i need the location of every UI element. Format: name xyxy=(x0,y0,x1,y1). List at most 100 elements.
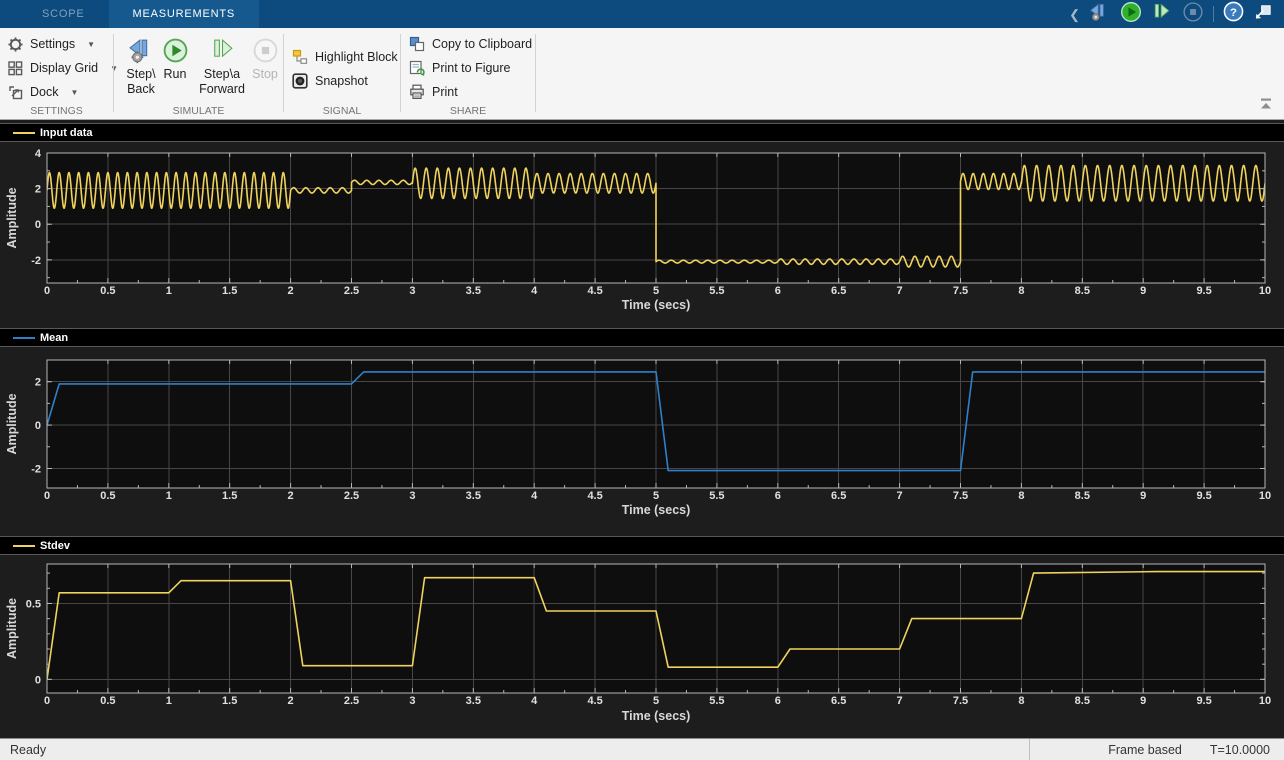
svg-text:Time (secs): Time (secs) xyxy=(622,298,691,312)
chart-svg: 00.511.522.533.544.555.566.577.588.599.5… xyxy=(0,120,1284,738)
section-signal: Highlight Block Snapshot SIGNAL xyxy=(284,28,400,119)
svg-text:0.5: 0.5 xyxy=(26,598,41,610)
svg-text:4: 4 xyxy=(531,490,538,502)
gear-icon xyxy=(8,37,23,52)
chevron-down-icon: ▼ xyxy=(87,40,95,49)
collapse-ribbon-icon xyxy=(1258,97,1274,111)
print-button[interactable]: Print xyxy=(401,81,458,103)
overflow-chevron-icon[interactable]: ❮ xyxy=(1069,8,1080,21)
scope-display-area: 00.511.522.533.544.555.566.577.588.599.5… xyxy=(0,120,1284,738)
section-separator xyxy=(535,34,536,112)
svg-text:0: 0 xyxy=(35,674,41,686)
svg-text:2: 2 xyxy=(288,695,294,707)
run-icon xyxy=(1120,1,1142,23)
svg-text:9: 9 xyxy=(1140,285,1146,297)
grid-icon xyxy=(8,61,23,76)
step-back-big-button[interactable]: Step\Back xyxy=(120,32,162,114)
dock-button[interactable]: Dock ▼ xyxy=(0,81,78,103)
print-to-figure-icon xyxy=(409,60,425,76)
svg-text:4.5: 4.5 xyxy=(587,490,602,502)
stop-big-button[interactable]: Stop xyxy=(250,32,280,114)
svg-text:2: 2 xyxy=(35,184,41,196)
step-forward-big-button[interactable]: Step\aForward xyxy=(194,32,250,114)
svg-text:0: 0 xyxy=(44,285,50,297)
step-forward-label-line1: Step\a xyxy=(199,67,245,82)
svg-text:8.5: 8.5 xyxy=(1075,490,1090,502)
dock-icon xyxy=(8,85,23,100)
svg-text:5.5: 5.5 xyxy=(709,490,724,502)
section-label-simulate: SIMULATE xyxy=(114,105,283,117)
run-button[interactable] xyxy=(1120,1,1142,28)
svg-text:10: 10 xyxy=(1259,490,1271,502)
copy-to-clipboard-button[interactable]: Copy to Clipboard xyxy=(401,33,532,55)
display-grid-label: Display Grid xyxy=(30,61,98,75)
svg-text:9.5: 9.5 xyxy=(1196,285,1211,297)
help-button[interactable]: ? xyxy=(1223,1,1244,27)
print-to-figure-button[interactable]: Print to Figure xyxy=(401,57,511,79)
quick-access-toolbar: ❮ xyxy=(1069,0,1274,28)
svg-text:3.5: 3.5 xyxy=(466,285,481,297)
svg-text:?: ? xyxy=(1230,7,1237,19)
svg-text:9: 9 xyxy=(1140,695,1146,707)
step-forward-label-line2: Forward xyxy=(199,82,245,97)
collapse-ribbon-button[interactable] xyxy=(1258,97,1274,111)
svg-text:2.5: 2.5 xyxy=(344,285,359,297)
section-share: Copy to Clipboard Print to Figure xyxy=(401,28,535,119)
svg-text:6.5: 6.5 xyxy=(831,695,846,707)
svg-text:1: 1 xyxy=(166,490,172,502)
scope-window: SCOPE MEASUREMENTS ❮ xyxy=(0,0,1284,760)
highlight-block-label: Highlight Block xyxy=(315,50,398,64)
svg-text:2: 2 xyxy=(35,377,41,389)
run-label: Run xyxy=(164,67,187,82)
dock-label: Dock xyxy=(30,85,58,99)
settings-button[interactable]: Settings ▼ xyxy=(0,33,95,55)
svg-text:0.5: 0.5 xyxy=(100,695,115,707)
svg-text:7.5: 7.5 xyxy=(953,285,968,297)
titlebar: SCOPE MEASUREMENTS ❮ xyxy=(0,0,1284,28)
run-icon xyxy=(162,37,189,64)
svg-text:7: 7 xyxy=(897,285,903,297)
snapshot-label: Snapshot xyxy=(315,74,368,88)
highlight-block-icon xyxy=(292,49,308,65)
plot-panel-0: 00.511.522.533.544.555.566.577.588.599.5… xyxy=(5,148,1271,312)
highlight-block-button[interactable]: Highlight Block xyxy=(284,46,398,68)
print-icon xyxy=(409,84,425,100)
tab-measurements[interactable]: MEASUREMENTS xyxy=(109,0,260,28)
legend-label: Mean xyxy=(40,332,68,344)
svg-text:9: 9 xyxy=(1140,490,1146,502)
svg-text:0: 0 xyxy=(44,490,50,502)
svg-text:6.5: 6.5 xyxy=(831,285,846,297)
svg-text:8: 8 xyxy=(1018,285,1024,297)
step-back-label-line2: Back xyxy=(126,82,155,97)
step-back-icon xyxy=(128,37,155,64)
display-grid-button[interactable]: Display Grid ▼ xyxy=(0,57,118,79)
stop-button[interactable] xyxy=(1182,1,1204,28)
svg-text:1: 1 xyxy=(166,285,172,297)
step-back-button[interactable] xyxy=(1089,1,1111,28)
tab-scope[interactable]: SCOPE xyxy=(18,0,109,28)
svg-text:4: 4 xyxy=(35,148,42,160)
svg-text:4.5: 4.5 xyxy=(587,285,602,297)
svg-text:5.5: 5.5 xyxy=(709,285,724,297)
svg-text:5: 5 xyxy=(653,285,659,297)
svg-text:8.5: 8.5 xyxy=(1075,285,1090,297)
settings-label: Settings xyxy=(30,37,75,51)
svg-text:Amplitude: Amplitude xyxy=(5,598,19,659)
svg-text:4.5: 4.5 xyxy=(587,695,602,707)
step-forward-icon xyxy=(209,37,236,64)
snapshot-button[interactable]: Snapshot xyxy=(284,70,368,92)
titlebar-divider xyxy=(1213,6,1214,22)
svg-text:1.5: 1.5 xyxy=(222,285,237,297)
legend-label: Input data xyxy=(40,127,93,139)
svg-text:10: 10 xyxy=(1259,695,1271,707)
svg-text:5: 5 xyxy=(653,695,659,707)
run-big-button[interactable]: Run xyxy=(158,32,192,114)
svg-text:0: 0 xyxy=(35,420,41,432)
step-forward-button[interactable] xyxy=(1151,1,1173,28)
svg-text:10: 10 xyxy=(1259,285,1271,297)
svg-text:0.5: 0.5 xyxy=(100,490,115,502)
svg-text:2: 2 xyxy=(288,285,294,297)
legend-input-data: Input data xyxy=(0,123,1284,142)
legend-line-swatch xyxy=(13,545,35,547)
dock-window-button[interactable] xyxy=(1253,1,1274,27)
